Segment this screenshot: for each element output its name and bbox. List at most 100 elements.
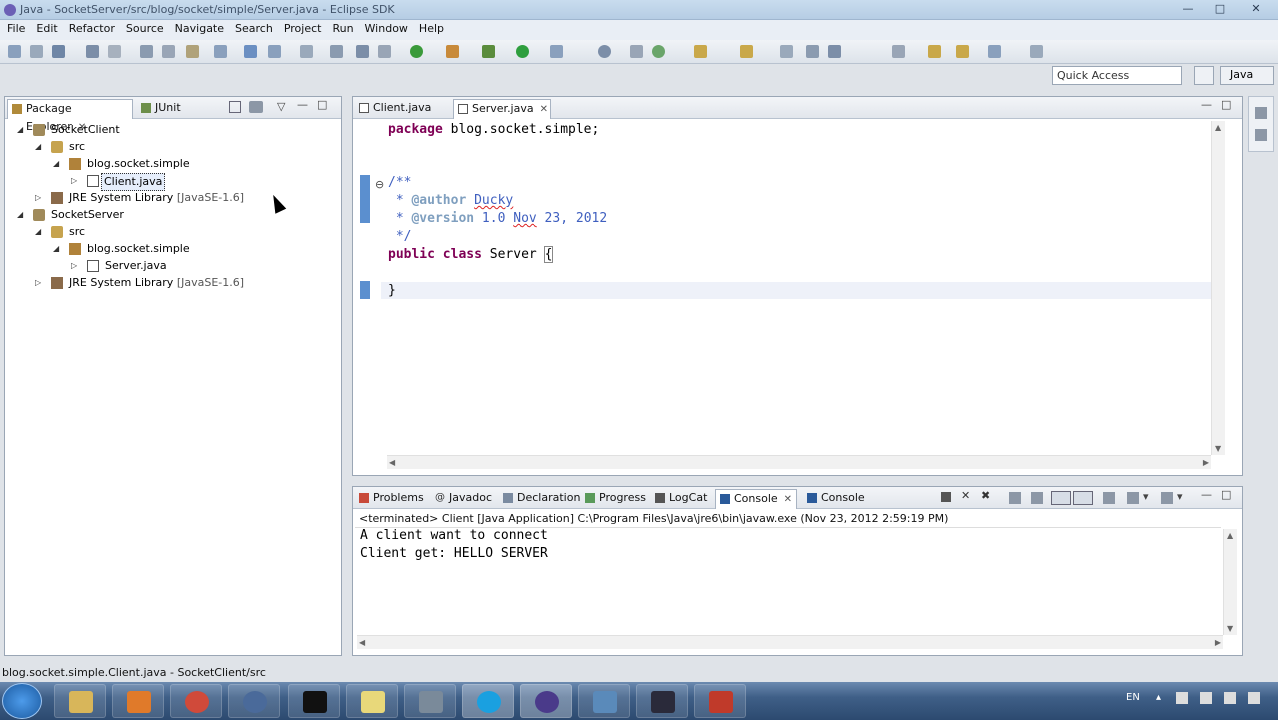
console-vertical-scrollbar[interactable]: ▲ ▼ [1223, 529, 1237, 635]
new-icon[interactable] [8, 45, 21, 58]
pin-icon[interactable] [828, 45, 841, 58]
paste-icon[interactable] [186, 45, 199, 58]
back-icon[interactable] [928, 45, 941, 58]
new-class-icon[interactable] [630, 45, 643, 58]
editor-vertical-scrollbar[interactable]: ▲ ▼ [1211, 121, 1225, 455]
dropdown-icon[interactable]: ▾ [1177, 490, 1183, 503]
clear-console-icon[interactable] [1009, 492, 1021, 504]
minimize-view-icon[interactable]: — [1201, 488, 1212, 501]
tab-junit[interactable]: JUnit [137, 99, 197, 119]
terminate-icon[interactable] [941, 492, 951, 502]
scroll-lock-icon[interactable] [1031, 492, 1043, 504]
tab-package-explorer[interactable]: Package Explorer ✕ [7, 99, 133, 133]
power-icon[interactable] [1248, 692, 1260, 704]
maximize-editor-icon[interactable]: □ [1221, 98, 1231, 111]
menu-refactor[interactable]: Refactor [62, 20, 119, 35]
link-icon[interactable] [268, 45, 281, 58]
taskbar-remote[interactable] [578, 684, 630, 718]
network-icon[interactable] [1176, 692, 1188, 704]
close-tab-icon[interactable]: ✕ [784, 494, 792, 505]
android-sdk-icon[interactable] [410, 45, 423, 58]
flag-icon[interactable] [1200, 692, 1212, 704]
tab-problems[interactable]: Problems [355, 489, 425, 509]
task-icon[interactable] [244, 45, 257, 58]
start-button-icon[interactable] [2, 683, 42, 719]
copy-icon[interactable] [162, 45, 175, 58]
open-perspective-icon[interactable] [1194, 66, 1214, 85]
taskbar-cert[interactable] [636, 684, 688, 718]
collapse-all-icon[interactable] [229, 101, 241, 113]
minimize-editor-icon[interactable]: — [1201, 98, 1212, 111]
undo-icon[interactable] [214, 45, 227, 58]
terminate-icon[interactable] [378, 45, 391, 58]
scroll-down-icon[interactable]: ▼ [1227, 624, 1233, 633]
tab-declaration[interactable]: Declaration [499, 489, 580, 509]
code-line-doc-close[interactable]: */ [388, 228, 412, 246]
minimize-button[interactable]: — [1180, 2, 1196, 16]
expand-icon[interactable]: ▷ [71, 173, 81, 189]
expand-icon[interactable]: ◢ [53, 156, 63, 172]
tab-progress[interactable]: Progress [581, 489, 647, 509]
console-horizontal-scrollbar[interactable]: ◀ ▶ [357, 635, 1223, 649]
maximize-button[interactable]: □ [1212, 2, 1228, 16]
expand-icon[interactable]: ▷ [35, 190, 45, 206]
display-console-icon[interactable] [1127, 492, 1139, 504]
coverage-icon[interactable] [550, 45, 563, 58]
outline-view-icon[interactable] [1255, 107, 1267, 119]
tab-client-java[interactable]: Client.java [355, 99, 447, 119]
expand-icon[interactable]: ◢ [53, 241, 63, 257]
last-edit-icon[interactable] [806, 45, 819, 58]
save-icon[interactable] [52, 45, 65, 58]
next-annotation-icon[interactable] [740, 45, 753, 58]
menu-file[interactable]: File [0, 20, 29, 35]
link-editor-icon[interactable] [249, 101, 263, 113]
scroll-right-icon[interactable]: ▶ [1215, 638, 1221, 647]
menu-navigate[interactable]: Navigate [168, 20, 228, 35]
menu-project[interactable]: Project [277, 20, 326, 35]
taskbar-recorder[interactable] [694, 684, 746, 718]
scroll-left-icon[interactable]: ◀ [359, 638, 365, 647]
taskbar-chrome[interactable] [170, 684, 222, 718]
scroll-left-icon[interactable]: ◀ [389, 458, 395, 467]
code-line-package[interactable]: package blog.socket.simple; [388, 121, 599, 139]
minimize-view-icon[interactable]: — [297, 98, 308, 111]
expand-icon[interactable]: ◢ [35, 139, 45, 155]
code-line-class[interactable]: public class Server { [388, 246, 554, 264]
code-line-version[interactable]: * @version 1.0 Nov 23, 2012 [388, 210, 607, 228]
print-icon[interactable] [108, 45, 121, 58]
scroll-down-icon[interactable]: ▼ [1215, 444, 1221, 453]
scroll-up-icon[interactable]: ▲ [1215, 123, 1221, 132]
toggle-mark-icon[interactable] [892, 45, 905, 58]
open-icon[interactable] [30, 45, 43, 58]
expand-icon[interactable]: ▷ [35, 275, 45, 291]
open-console-icon[interactable] [1161, 492, 1173, 504]
skip-icon[interactable] [300, 45, 313, 58]
show-hidden-icons-icon[interactable]: ▴ [1156, 692, 1161, 703]
tab-console-active[interactable]: Console ✕ [715, 489, 797, 509]
remove-all-icon[interactable]: ✖ [981, 489, 990, 502]
taskbar-explorer[interactable] [54, 684, 106, 718]
menu-search[interactable]: Search [228, 20, 277, 35]
language-indicator[interactable]: EN [1126, 692, 1140, 703]
taskbar-notes[interactable] [346, 684, 398, 718]
run-icon[interactable] [516, 45, 529, 58]
expand-icon[interactable]: ◢ [17, 207, 27, 223]
cut-icon[interactable] [140, 45, 153, 58]
taskbar-cmd[interactable] [288, 684, 340, 718]
expand-icon[interactable]: ▷ [71, 258, 81, 274]
tab-console[interactable]: Console [803, 489, 869, 509]
tab-javadoc[interactable]: @ Javadoc [431, 489, 493, 509]
pin-console-icon[interactable] [1103, 492, 1115, 504]
code-line-doc-open[interactable]: /** [388, 174, 411, 192]
code-line-close[interactable]: } [388, 282, 396, 300]
taskbar-eclipse[interactable] [520, 684, 572, 718]
quick-access-field[interactable]: Quick Access [1052, 66, 1182, 85]
menu-help[interactable]: Help [412, 20, 448, 35]
taskbar-skype[interactable] [462, 684, 514, 718]
code-line-author[interactable]: * @author Ducky [388, 192, 513, 210]
menu-run[interactable]: Run [325, 20, 357, 35]
menu-window[interactable]: Window [358, 20, 412, 35]
volume-icon[interactable] [1224, 692, 1236, 704]
maximize-view-icon[interactable]: □ [1221, 488, 1231, 501]
step-icon[interactable] [356, 45, 369, 58]
